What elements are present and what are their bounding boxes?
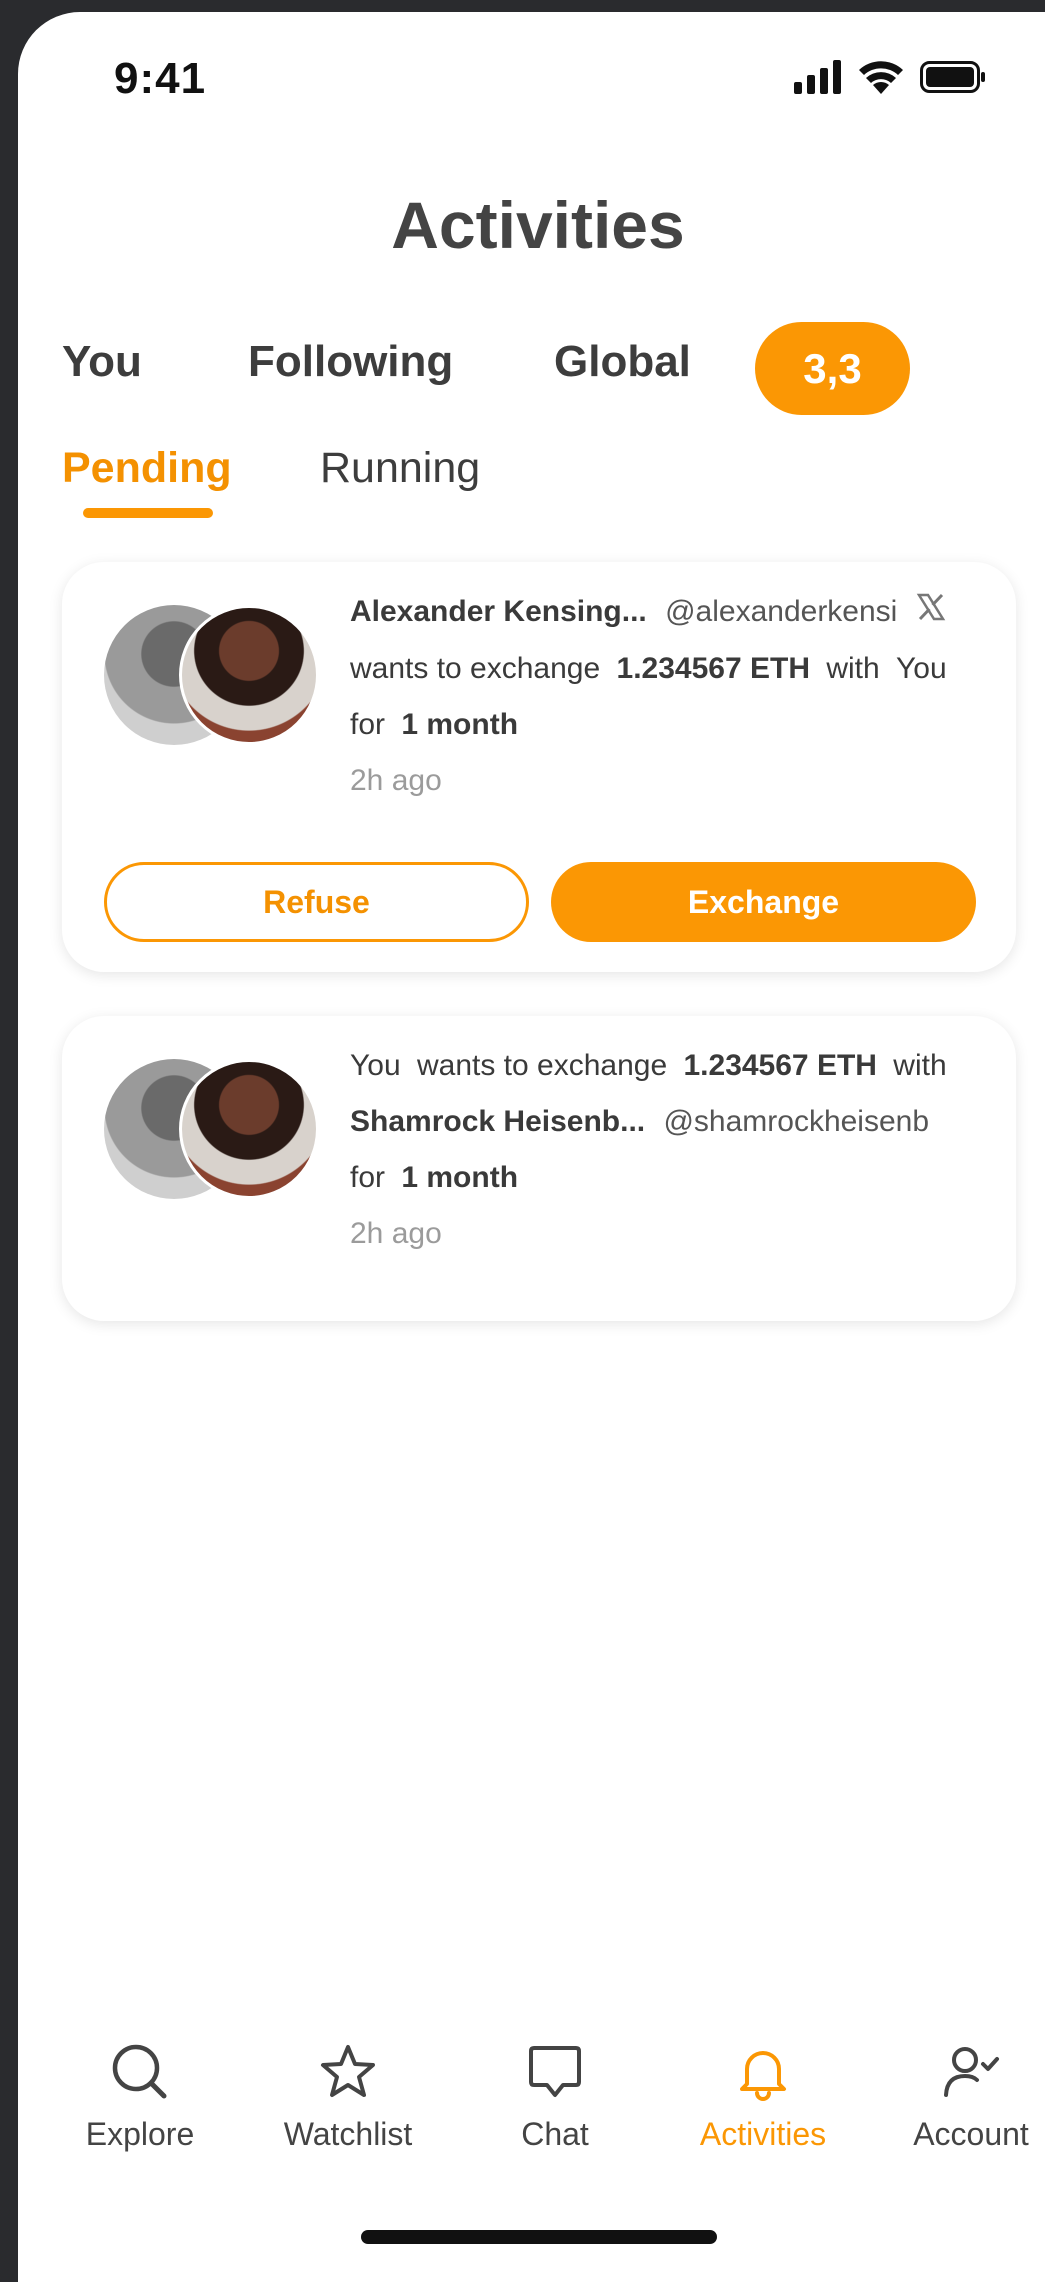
duration: 1 month (401, 708, 519, 742)
user-name[interactable]: Alexander Kensing... (350, 595, 647, 628)
actor: You (350, 1049, 401, 1082)
bell-icon (740, 2051, 786, 2101)
main-tabs: You Following Global 3,3 (18, 322, 1045, 432)
x-logo-icon (916, 585, 946, 641)
nav-label: Watchlist (283, 2116, 413, 2152)
tab-count-pill[interactable]: 3,3 (755, 322, 910, 415)
subtab-underline (83, 508, 213, 518)
activity-with: with (826, 652, 880, 686)
time-ago: 2h ago (350, 1217, 442, 1250)
nav-label: Explore (85, 2116, 195, 2152)
nav-account[interactable]: Account (886, 2042, 1045, 2153)
exchange-amount: 1.234567 ETH (616, 652, 810, 686)
chat-bubble-icon (529, 2046, 581, 2097)
subtab-running[interactable]: Running (320, 444, 480, 493)
status-time: 9:41 (114, 54, 207, 103)
subtab-pending[interactable]: Pending (62, 444, 232, 493)
activity-card: Alexander Kensing... @alexanderkensi wan… (62, 562, 1016, 972)
activity-text: Alexander Kensing... @alexanderkensi wan… (350, 584, 986, 809)
account-check-icon (944, 2047, 999, 2097)
user-handle[interactable]: @alexanderkensi (665, 595, 897, 628)
duration: 1 month (401, 1161, 519, 1194)
bottom-nav: Explore Watchlist Chat Activities Accoun… (18, 2042, 1045, 2182)
activity-with: with (893, 1049, 947, 1082)
user-name[interactable]: Shamrock Heisenb... (350, 1105, 645, 1138)
home-indicator (361, 2230, 717, 2244)
tab-you[interactable]: You (62, 337, 142, 387)
counterparty: You (896, 652, 947, 686)
activity-verb: wants to exchange (350, 652, 601, 686)
activity-card: You wants to exchange 1.234567 ETH with … (62, 1016, 1016, 1321)
exchange-button[interactable]: Exchange (551, 862, 976, 942)
avatar (179, 605, 319, 745)
nav-activities[interactable]: Activities (678, 2042, 848, 2153)
nav-label: Activities (699, 2116, 827, 2152)
page-title: Activities (391, 188, 685, 262)
exchange-amount: 1.234567 ETH (683, 1049, 877, 1082)
nav-explore[interactable]: Explore (55, 2042, 225, 2153)
star-icon (321, 2045, 375, 2097)
avatar (179, 1059, 319, 1199)
user-handle[interactable]: @shamrockheisenb (663, 1105, 929, 1138)
for-label: for (350, 1161, 386, 1194)
nav-chat[interactable]: Chat (470, 2042, 640, 2153)
nav-watchlist[interactable]: Watchlist (263, 2042, 433, 2153)
phone-screen: 9:41 Activities You Following Global 3,3… (18, 12, 1045, 2282)
tab-global[interactable]: Global (554, 337, 691, 387)
nav-label: Account (913, 2116, 1029, 2152)
nav-label: Chat (521, 2116, 589, 2152)
activity-verb: wants to exchange (416, 1049, 668, 1082)
status-icons (794, 60, 986, 94)
signal-icon (794, 60, 841, 94)
search-icon (112, 2044, 167, 2099)
for-label: for (350, 708, 386, 742)
avatar-pair (104, 605, 324, 745)
avatar-pair (104, 1059, 324, 1199)
tab-following[interactable]: Following (248, 337, 453, 387)
refuse-button[interactable]: Refuse (104, 862, 529, 942)
activity-text: You wants to exchange 1.234567 ETH with … (350, 1038, 986, 1262)
time-ago: 2h ago (350, 764, 442, 798)
battery-icon (920, 61, 985, 93)
wifi-icon (859, 61, 903, 94)
